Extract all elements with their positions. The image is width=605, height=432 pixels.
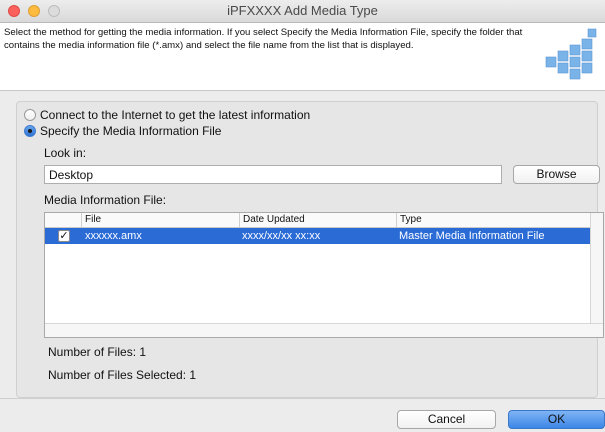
browse-button[interactable]: Browse: [513, 165, 600, 184]
horizontal-scrollbar[interactable]: [45, 323, 603, 337]
column-header-type[interactable]: Type: [396, 213, 593, 227]
row-file: xxxxxx.amx: [85, 230, 142, 242]
internet-option-label: Connect to the Internet to get the lates…: [40, 108, 311, 122]
table-header: File Date Updated Type: [45, 213, 603, 228]
look-in-field[interactable]: Desktop: [44, 165, 502, 184]
instructions-text: Select the method for getting the media …: [4, 27, 523, 51]
row-date: xxxx/xx/xx xx:xx: [242, 230, 321, 242]
ok-button[interactable]: OK: [508, 410, 605, 429]
file-option[interactable]: Specify the Media Information File: [24, 123, 221, 139]
add-media-type-window: iPFXXXX Add Media Type Select the method…: [0, 0, 605, 432]
instructions-header: Select the method for getting the media …: [0, 23, 605, 91]
title-bar: iPFXXXX Add Media Type: [0, 0, 605, 23]
media-file-table[interactable]: File Date Updated Type ✓ xxxxxx.amx xxxx…: [44, 212, 604, 338]
internet-option[interactable]: Connect to the Internet to get the lates…: [24, 107, 310, 123]
look-in-label: Look in:: [44, 146, 87, 160]
table-row[interactable]: ✓ xxxxxx.amx xxxx/xx/xx xx:xx Master Med…: [45, 228, 593, 244]
column-header-date-updated[interactable]: Date Updated: [239, 213, 396, 227]
row-checkbox[interactable]: ✓: [58, 230, 70, 242]
row-type: Master Media Information File: [399, 230, 545, 242]
cancel-button[interactable]: Cancel: [397, 410, 496, 429]
vertical-scrollbar[interactable]: [590, 213, 603, 326]
window-title: iPFXXXX Add Media Type: [227, 3, 378, 18]
files-selected-count-text: Number of Files Selected: 1: [48, 368, 197, 382]
file-option-label: Specify the Media Information File: [40, 124, 222, 138]
media-cubes-icon: [545, 28, 597, 80]
footer-divider: [0, 398, 605, 399]
media-file-list-label: Media Information File:: [44, 193, 167, 207]
column-header-file[interactable]: File: [81, 213, 239, 227]
files-count-text: Number of Files: 1: [48, 345, 147, 359]
file-radio[interactable]: [24, 125, 36, 137]
internet-radio[interactable]: [24, 109, 36, 121]
